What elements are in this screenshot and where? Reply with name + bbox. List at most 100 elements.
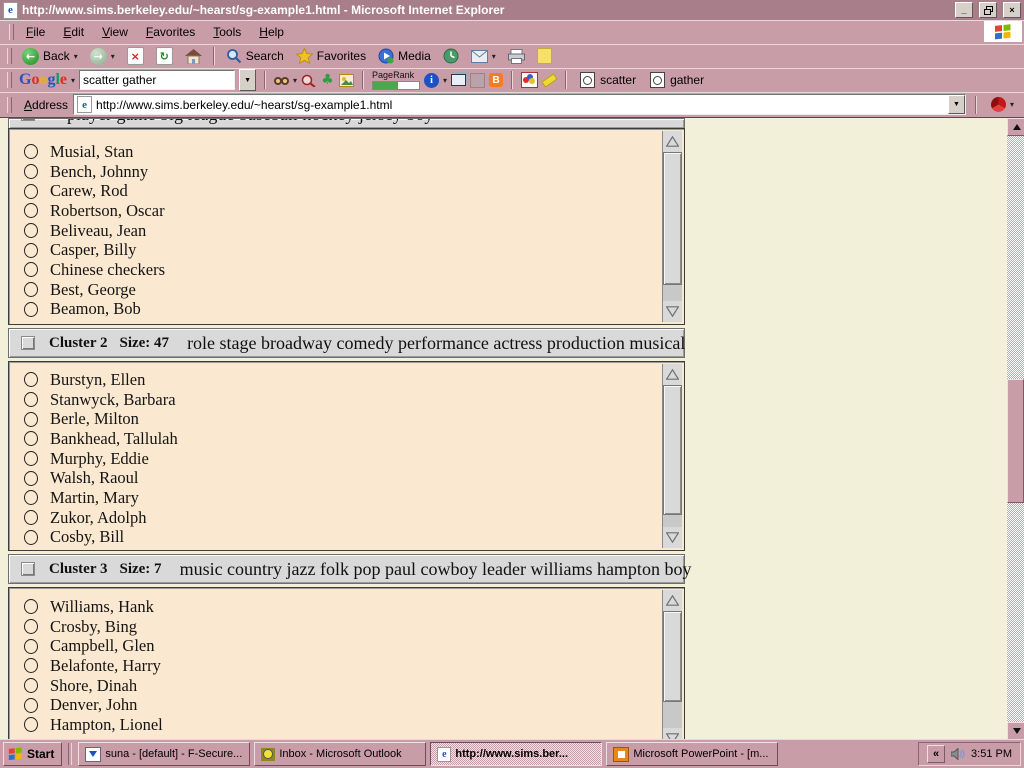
list-item[interactable]: Murphy, Eddie bbox=[24, 449, 660, 469]
radio-button-icon[interactable] bbox=[24, 698, 38, 713]
list-item[interactable]: Chinese checkers bbox=[24, 260, 660, 280]
scroll-thumb[interactable] bbox=[663, 611, 682, 702]
list-item[interactable]: Robertson, Oscar bbox=[24, 201, 660, 221]
radio-button-icon[interactable] bbox=[24, 599, 38, 614]
toolbar-grip[interactable] bbox=[7, 48, 12, 64]
edit-button[interactable] bbox=[532, 44, 557, 68]
tray-chevron-button[interactable]: « bbox=[927, 745, 945, 763]
cluster1-checkbox[interactable] bbox=[21, 118, 35, 121]
images-icon[interactable] bbox=[339, 73, 354, 88]
favorites-button[interactable]: Favorites bbox=[291, 44, 371, 68]
scatter-word-button[interactable]: scatter bbox=[575, 71, 641, 89]
search-web-binoculars-icon[interactable] bbox=[274, 73, 289, 88]
scroll-track[interactable] bbox=[663, 611, 682, 728]
radio-button-icon[interactable] bbox=[24, 639, 38, 654]
list-item[interactable]: Berle, Milton bbox=[24, 409, 660, 429]
menu-item[interactable]: Tools bbox=[204, 23, 250, 41]
radio-button-icon[interactable] bbox=[24, 490, 38, 505]
home-button[interactable] bbox=[180, 44, 207, 68]
cluster2-checkbox[interactable] bbox=[21, 336, 35, 350]
radio-button-icon[interactable] bbox=[24, 412, 38, 427]
forward-button[interactable]: → ▾ bbox=[85, 44, 120, 68]
search-button[interactable]: Search bbox=[221, 44, 289, 68]
radio-button-icon[interactable] bbox=[24, 678, 38, 693]
list-item[interactable]: Martin, Mary bbox=[24, 488, 660, 508]
radio-button-icon[interactable] bbox=[24, 302, 38, 317]
radio-button-icon[interactable] bbox=[24, 223, 38, 238]
list-item[interactable]: Beamon, Bob bbox=[24, 300, 660, 320]
list-item[interactable]: Cosby, Bill bbox=[24, 528, 660, 548]
list-item[interactable]: Beliveau, Jean bbox=[24, 221, 660, 241]
search-options-caret[interactable]: ▾ bbox=[293, 76, 297, 85]
scrollbar-down-button[interactable] bbox=[1007, 722, 1024, 740]
list-item[interactable]: Denver, John bbox=[24, 695, 660, 715]
list-item[interactable]: Belafonte, Harry bbox=[24, 656, 660, 676]
lucky-clover-icon[interactable]: ♣ bbox=[320, 73, 335, 88]
list-item[interactable]: Walsh, Raoul bbox=[24, 468, 660, 488]
popup-blocker-icon[interactable] bbox=[451, 74, 466, 86]
list-item[interactable]: Stanwyck, Barbara bbox=[24, 390, 660, 410]
cluster1-header-clipped[interactable]: player game big league baseball hockey j… bbox=[8, 118, 685, 128]
scroll-track[interactable] bbox=[663, 385, 682, 527]
radio-button-icon[interactable] bbox=[24, 144, 38, 159]
highlighter-icon[interactable] bbox=[542, 73, 557, 88]
cluster3-scrollbar[interactable] bbox=[662, 590, 682, 740]
menu-item[interactable]: Favorites bbox=[137, 23, 204, 41]
radio-button-icon[interactable] bbox=[24, 431, 38, 446]
radio-button-icon[interactable] bbox=[24, 471, 38, 486]
toolbar-grip[interactable] bbox=[7, 72, 12, 88]
scroll-down-icon[interactable] bbox=[663, 301, 682, 322]
print-button[interactable] bbox=[503, 44, 530, 68]
address-url[interactable]: http://www.sims.berkeley.edu/~hearst/sg-… bbox=[96, 98, 944, 112]
scroll-up-icon[interactable] bbox=[663, 590, 682, 611]
cluster3-checkbox[interactable] bbox=[21, 562, 35, 576]
radio-button-icon[interactable] bbox=[24, 164, 38, 179]
forward-dropdown-caret[interactable]: ▾ bbox=[111, 52, 115, 61]
page-info-caret[interactable]: ▾ bbox=[443, 76, 447, 85]
refresh-button[interactable]: ↻ bbox=[151, 44, 178, 68]
address-dropdown[interactable]: ▼ bbox=[948, 95, 965, 114]
scrollbar-up-button[interactable] bbox=[1007, 118, 1024, 136]
list-item[interactable]: Hampton, Lionel bbox=[24, 715, 660, 735]
scroll-thumb[interactable] bbox=[663, 152, 682, 285]
form-fill-icon[interactable] bbox=[470, 73, 485, 88]
toolbar-grip[interactable] bbox=[7, 97, 12, 113]
scroll-down-icon[interactable] bbox=[663, 527, 682, 548]
radio-button-icon[interactable] bbox=[24, 717, 38, 732]
task-button-powerpoint[interactable]: Microsoft PowerPoint - [m... bbox=[606, 742, 778, 766]
clock[interactable]: 3:51 PM bbox=[971, 748, 1012, 760]
radio-button-icon[interactable] bbox=[24, 451, 38, 466]
cluster2-header[interactable]: Cluster 2 Size: 47 role stage broadway c… bbox=[8, 328, 685, 358]
mail-button[interactable]: ▾ bbox=[466, 44, 501, 68]
acrobat-caret[interactable]: ▾ bbox=[1010, 100, 1014, 109]
radio-button-icon[interactable] bbox=[24, 372, 38, 387]
google-search-input[interactable] bbox=[79, 70, 235, 90]
google-logo[interactable]: Google bbox=[19, 71, 67, 89]
close-button[interactable]: × bbox=[1003, 2, 1021, 18]
list-item[interactable]: Musial, Stan bbox=[24, 142, 660, 162]
task-button-outlook[interactable]: Inbox - Microsoft Outlook bbox=[254, 742, 426, 766]
list-item[interactable]: Williams, Hank bbox=[24, 597, 660, 617]
scroll-up-icon[interactable] bbox=[663, 364, 682, 385]
list-item[interactable]: Campbell, Glen bbox=[24, 636, 660, 656]
scroll-up-icon[interactable] bbox=[663, 131, 682, 152]
list-item[interactable]: Bench, Johnny bbox=[24, 162, 660, 182]
blogger-icon[interactable]: B bbox=[489, 73, 503, 87]
list-item[interactable]: Zukor, Adolph bbox=[24, 508, 660, 528]
task-button-fsecure[interactable]: suna - [default] - F-Secure... bbox=[78, 742, 250, 766]
menu-item[interactable]: Edit bbox=[54, 23, 93, 41]
minimize-button[interactable]: _ bbox=[955, 2, 973, 18]
scroll-track[interactable] bbox=[663, 152, 682, 301]
list-item[interactable]: Carew, Rod bbox=[24, 181, 660, 201]
mail-dropdown-caret[interactable]: ▾ bbox=[492, 52, 496, 61]
radio-button-icon[interactable] bbox=[24, 619, 38, 634]
radio-button-icon[interactable] bbox=[24, 262, 38, 277]
cluster2-scrollbar[interactable] bbox=[662, 364, 682, 548]
list-item[interactable]: Burstyn, Ellen bbox=[24, 370, 660, 390]
radio-button-icon[interactable] bbox=[24, 282, 38, 297]
toolbar-grip[interactable] bbox=[9, 24, 14, 40]
list-item[interactable]: Crosby, Bing bbox=[24, 617, 660, 637]
radio-button-icon[interactable] bbox=[24, 392, 38, 407]
media-button[interactable]: Media bbox=[373, 44, 436, 68]
search-site-icon[interactable] bbox=[301, 73, 316, 88]
